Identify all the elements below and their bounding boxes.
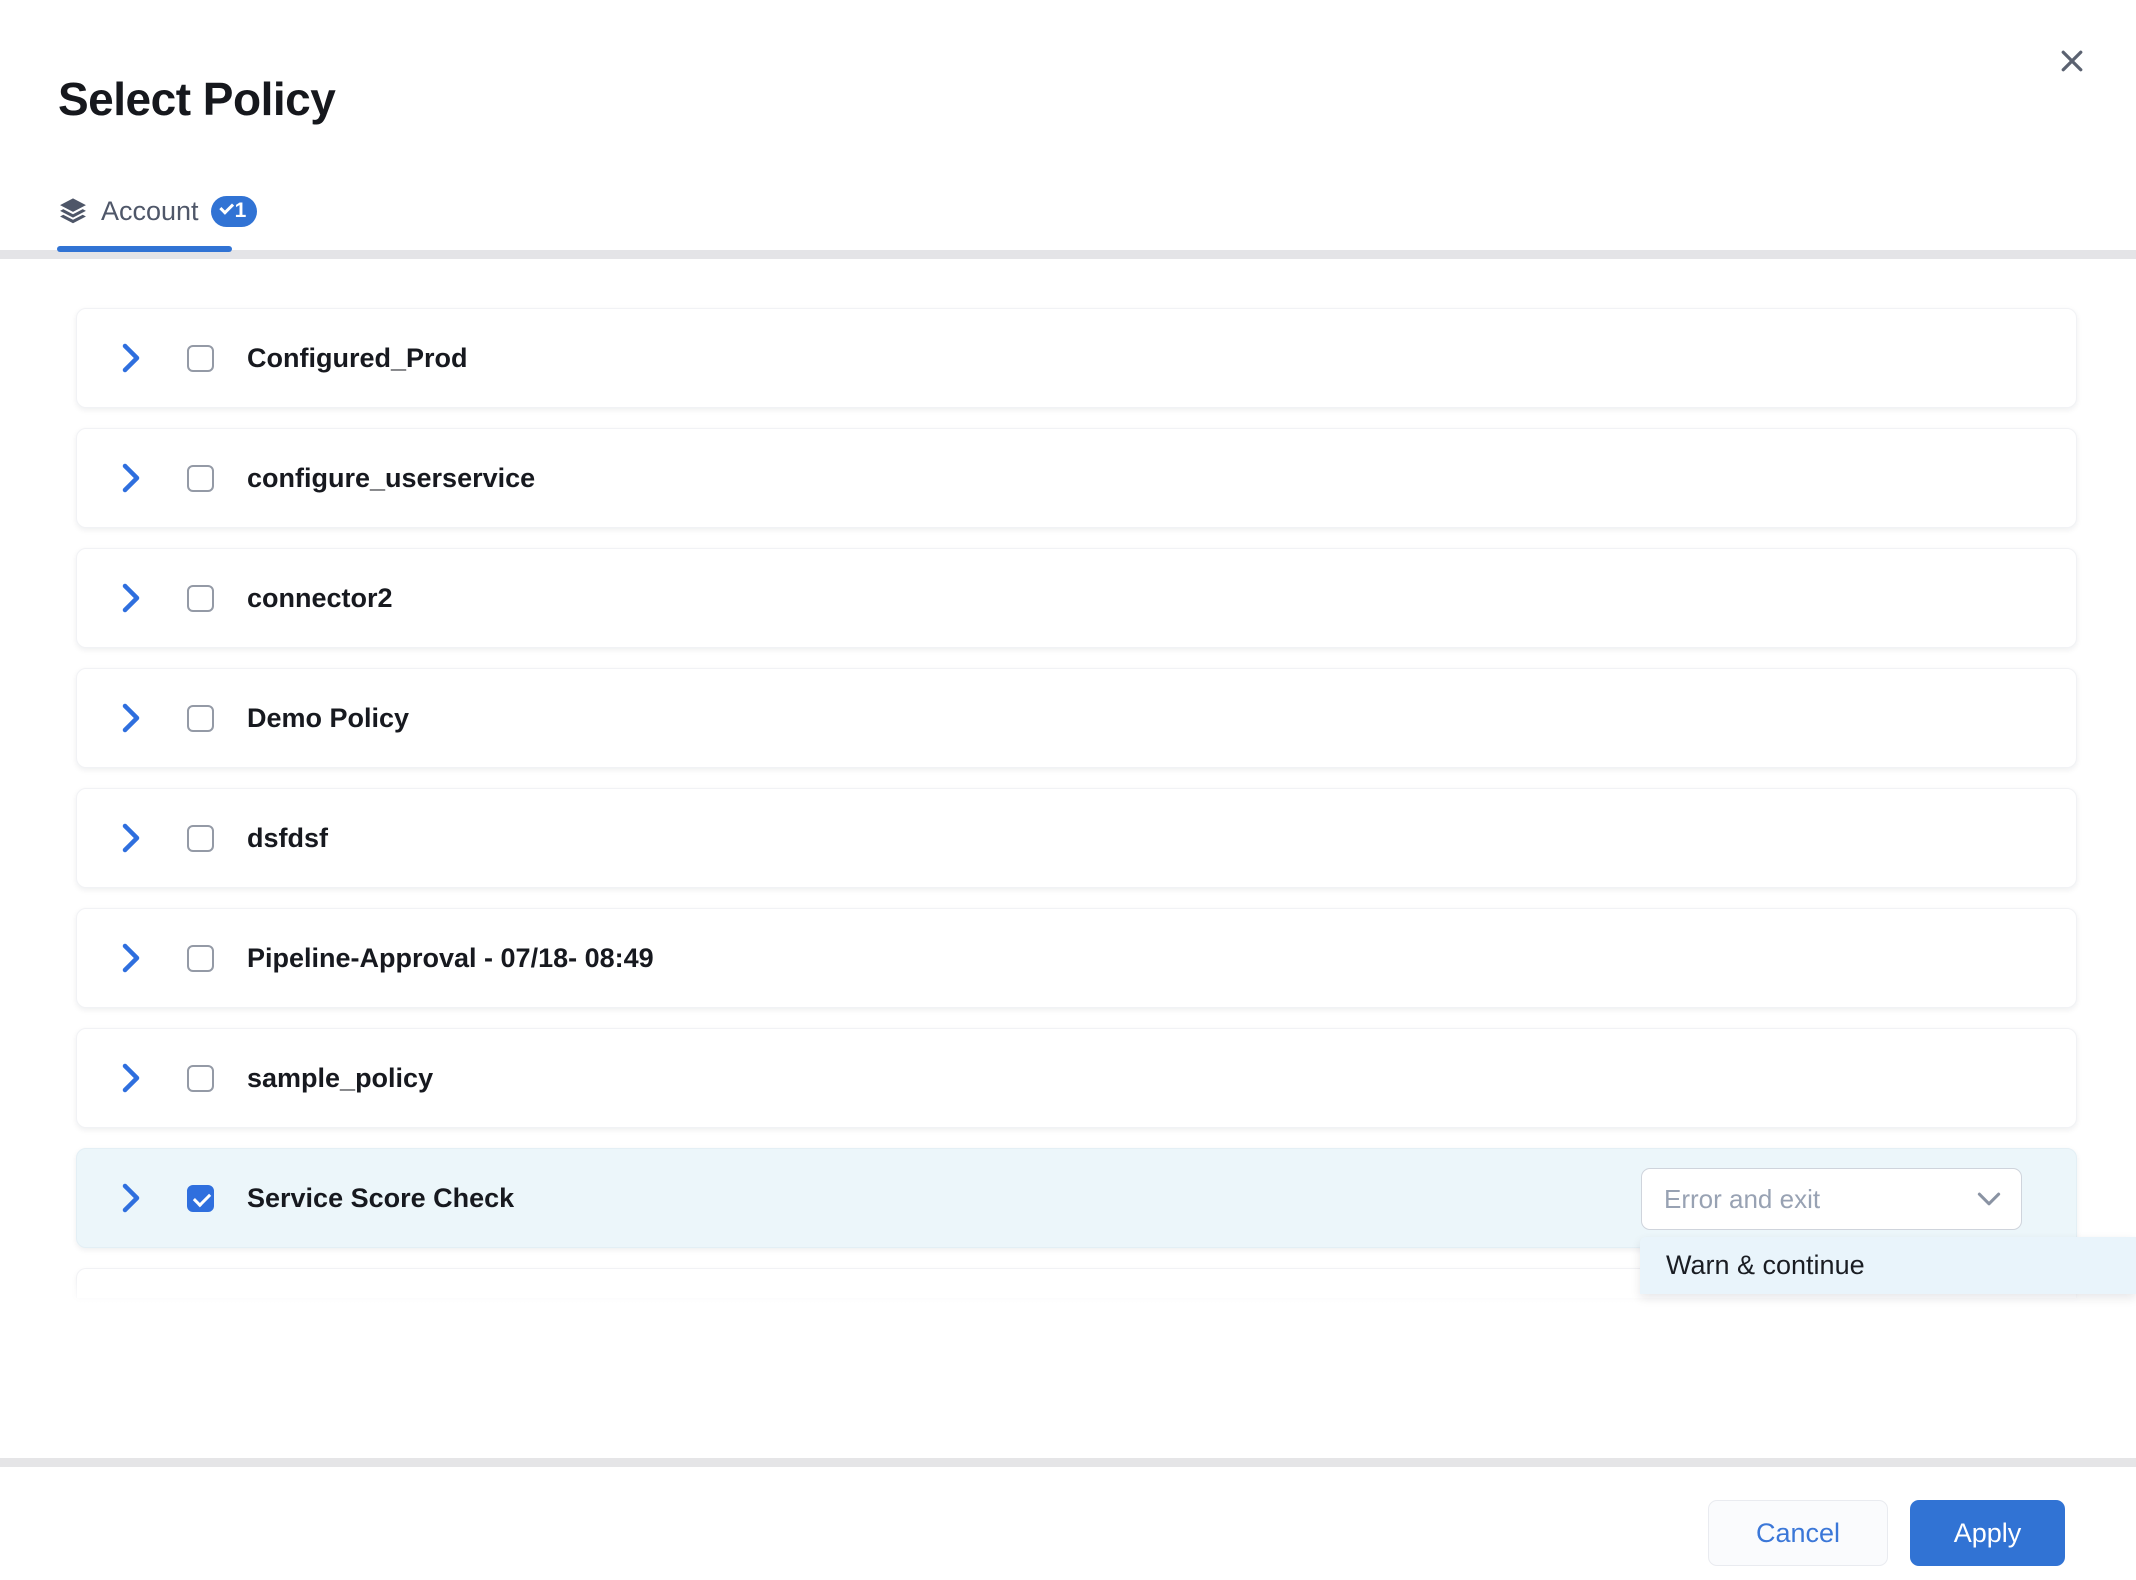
on-error-select-value: Error and exit	[1664, 1184, 1977, 1215]
chevron-right-icon[interactable]	[121, 343, 141, 373]
policy-label: Demo Policy	[247, 703, 409, 734]
chevron-right-icon[interactable]	[121, 703, 141, 733]
policy-checkbox[interactable]	[187, 945, 214, 972]
policy-label: configure_userservice	[247, 463, 535, 494]
cancel-button[interactable]: Cancel	[1708, 1500, 1888, 1566]
policy-checkbox[interactable]	[187, 585, 214, 612]
on-error-select[interactable]: Error and exit	[1641, 1168, 2022, 1230]
policy-row-sample-policy[interactable]: sample_policy	[76, 1028, 2077, 1128]
selected-count: 1	[235, 199, 247, 223]
tab-account-label: Account	[101, 196, 199, 227]
chevron-right-icon[interactable]	[121, 823, 141, 853]
policy-row-service-score-check[interactable]: Service Score Check Error and exit	[76, 1148, 2077, 1248]
policy-checkbox[interactable]	[187, 465, 214, 492]
chevron-right-icon[interactable]	[121, 1183, 141, 1213]
policy-label: sample_policy	[247, 1063, 433, 1094]
policy-checkbox[interactable]	[187, 345, 214, 372]
policy-checkbox[interactable]	[187, 825, 214, 852]
apply-button[interactable]: Apply	[1910, 1500, 2065, 1566]
selected-count-badge: 1	[211, 196, 258, 227]
policy-label: Service Score Check	[247, 1183, 514, 1214]
active-tab-underline	[57, 246, 232, 252]
policy-row-configure-userservice[interactable]: configure_userservice	[76, 428, 2077, 528]
policy-label: Configured_Prod	[247, 343, 468, 374]
dropdown-option-label: Warn & continue	[1666, 1250, 1865, 1281]
policy-label: connector2	[247, 583, 393, 614]
policy-row-dsfdsf[interactable]: dsfdsf	[76, 788, 2077, 888]
tabs-divider	[0, 250, 2136, 259]
policy-row-connector2[interactable]: connector2	[76, 548, 2077, 648]
select-policy-modal: Select Policy Account 1	[0, 0, 2136, 1580]
chevron-right-icon[interactable]	[121, 943, 141, 973]
chevron-right-icon[interactable]	[121, 463, 141, 493]
dropdown-option-warn-continue[interactable]: Warn & continue	[1640, 1237, 2136, 1294]
close-button[interactable]	[2054, 43, 2090, 79]
check-icon	[219, 199, 234, 214]
close-icon	[2057, 46, 2087, 76]
layers-icon	[57, 195, 89, 227]
policy-label: dsfdsf	[247, 823, 328, 854]
page-title: Select Policy	[58, 72, 335, 126]
policy-row-configured-prod[interactable]: Configured_Prod	[76, 308, 2077, 408]
chevron-right-icon[interactable]	[121, 583, 141, 613]
chevron-right-icon[interactable]	[121, 1063, 141, 1093]
policy-checkbox[interactable]	[187, 1185, 214, 1212]
policy-checkbox[interactable]	[187, 1065, 214, 1092]
chevron-down-icon	[1977, 1191, 2001, 1207]
policy-label: Pipeline-Approval - 07/18- 08:49	[247, 943, 654, 974]
tab-account[interactable]: Account 1	[57, 190, 257, 232]
policy-checkbox[interactable]	[187, 705, 214, 732]
policy-row-demo-policy[interactable]: Demo Policy	[76, 668, 2077, 768]
footer-divider	[0, 1458, 2136, 1467]
policy-row-pipeline-approval[interactable]: Pipeline-Approval - 07/18- 08:49	[76, 908, 2077, 1008]
